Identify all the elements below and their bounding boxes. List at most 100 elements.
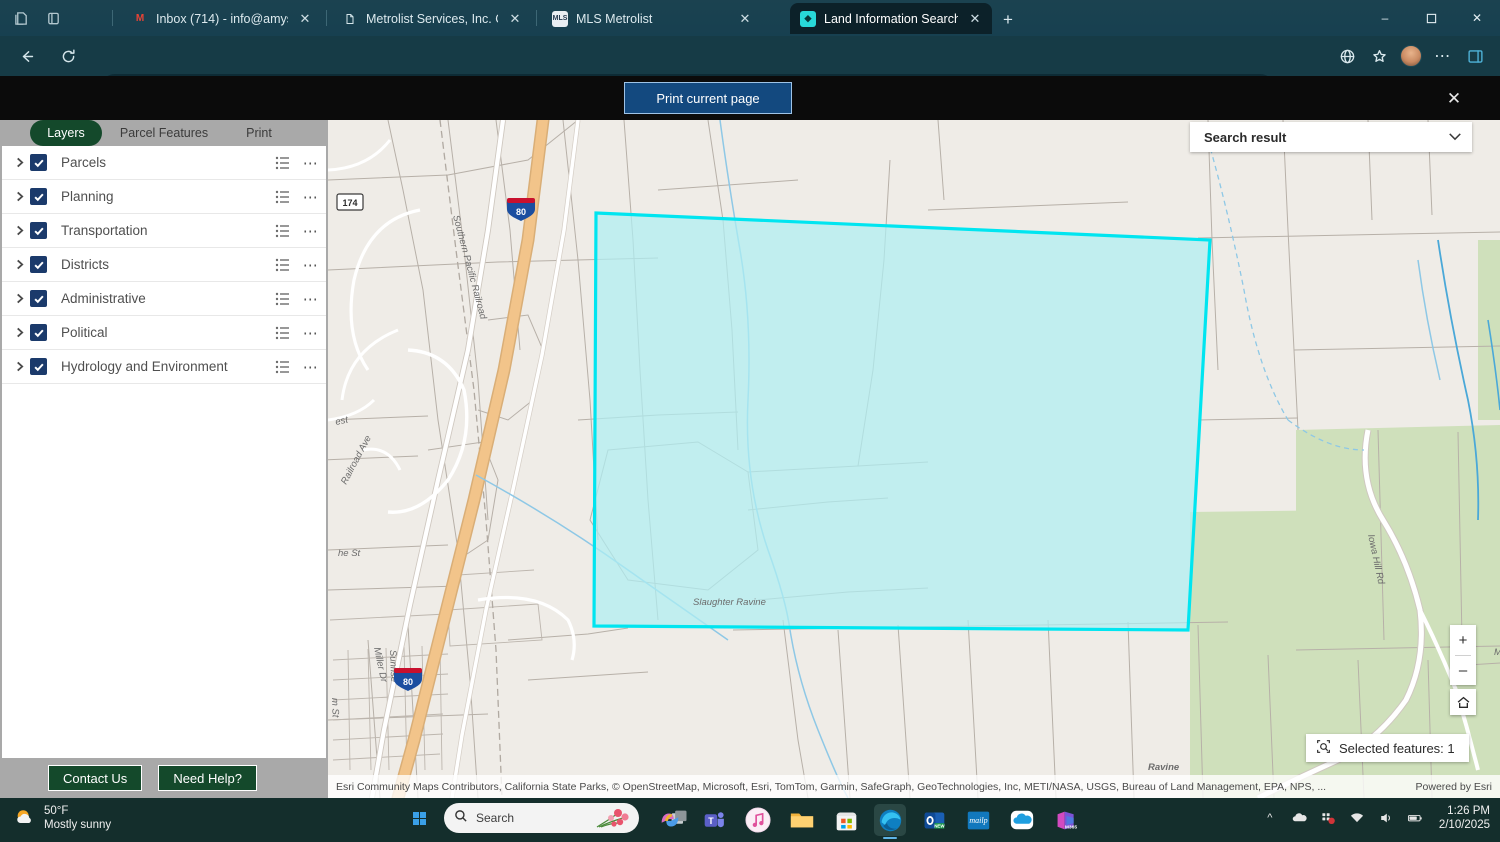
tab-print[interactable]: Print bbox=[228, 120, 290, 146]
file-explorer-icon[interactable] bbox=[786, 804, 818, 836]
tab-close-icon[interactable]: ✕ bbox=[296, 10, 314, 28]
outlook-icon[interactable]: NEW bbox=[918, 804, 950, 836]
start-button[interactable] bbox=[404, 803, 434, 833]
expand-chevron-icon[interactable] bbox=[8, 361, 30, 372]
close-print-preview-button[interactable]: ✕ bbox=[1443, 88, 1465, 110]
tab-close-icon[interactable]: ✕ bbox=[736, 10, 754, 28]
map-graphics: Southern Pacific Railroad Miller Dr Rail… bbox=[328, 120, 1500, 798]
settings-and-more-icon[interactable]: ⋯ bbox=[1428, 42, 1458, 70]
maximize-button[interactable] bbox=[1408, 0, 1454, 36]
document-icon bbox=[342, 11, 358, 27]
favorites-icon[interactable] bbox=[1364, 42, 1394, 70]
tab-actions-icon[interactable] bbox=[10, 7, 32, 29]
layer-visibility-checkbox[interactable] bbox=[30, 324, 47, 341]
layer-options-icon[interactable]: ⋯ bbox=[296, 324, 326, 342]
mailchimp-icon[interactable]: mailp bbox=[962, 804, 994, 836]
copilot-icon[interactable] bbox=[654, 804, 686, 836]
expand-chevron-icon[interactable] bbox=[8, 191, 30, 202]
layer-options-icon[interactable]: ⋯ bbox=[296, 188, 326, 206]
expand-chevron-icon[interactable] bbox=[8, 327, 30, 338]
layer-visibility-checkbox[interactable] bbox=[30, 256, 47, 273]
layer-row[interactable]: Hydrology and Environment ⋯ bbox=[2, 350, 326, 384]
partly-sunny-icon bbox=[14, 807, 36, 829]
browser-tab-3[interactable]: ◆ Land Information Search - Public ✕ bbox=[790, 3, 992, 34]
attribution-text: Esri Community Maps Contributors, Califo… bbox=[336, 781, 1404, 793]
zoom-out-button[interactable]: – bbox=[1450, 655, 1476, 685]
expand-chevron-icon[interactable] bbox=[8, 259, 30, 270]
layer-row[interactable]: Political ⋯ bbox=[2, 316, 326, 350]
teams-icon[interactable]: T bbox=[698, 804, 730, 836]
collections-icon[interactable] bbox=[1332, 42, 1362, 70]
layer-visibility-checkbox[interactable] bbox=[30, 290, 47, 307]
layer-options-icon[interactable]: ⋯ bbox=[296, 222, 326, 240]
legend-icon[interactable] bbox=[270, 155, 296, 171]
layer-visibility-checkbox[interactable] bbox=[30, 358, 47, 375]
sidebar-toggle-icon[interactable] bbox=[1460, 42, 1490, 70]
expand-chevron-icon[interactable] bbox=[8, 225, 30, 236]
microsoft-store-icon[interactable] bbox=[830, 804, 862, 836]
browser-tab-1[interactable]: Metrolist Services, Inc. Connect ✕ bbox=[332, 3, 532, 34]
layer-row[interactable]: Districts ⋯ bbox=[2, 248, 326, 282]
layer-label: Districts bbox=[61, 257, 270, 272]
wifi-icon[interactable] bbox=[1348, 809, 1366, 827]
legend-icon[interactable] bbox=[270, 189, 296, 205]
layer-visibility-checkbox[interactable] bbox=[30, 188, 47, 205]
tab-close-icon[interactable]: ✕ bbox=[506, 10, 524, 28]
expand-chevron-icon[interactable] bbox=[8, 293, 30, 304]
legend-icon[interactable] bbox=[270, 223, 296, 239]
map-label-street-2: he St bbox=[338, 548, 361, 559]
layer-row[interactable]: Planning ⋯ bbox=[2, 180, 326, 214]
expand-chevron-icon[interactable] bbox=[8, 157, 30, 168]
map-attribution: Esri Community Maps Contributors, Califo… bbox=[328, 775, 1500, 798]
layer-row[interactable]: Transportation ⋯ bbox=[2, 214, 326, 248]
taskbar-weather-widget[interactable]: 50°F Mostly sunny bbox=[14, 804, 111, 833]
volume-icon[interactable] bbox=[1377, 809, 1395, 827]
need-help-button[interactable]: Need Help? bbox=[158, 765, 257, 791]
layer-visibility-checkbox[interactable] bbox=[30, 222, 47, 239]
edge-icon[interactable] bbox=[874, 804, 906, 836]
browser-tab-0[interactable]: M Inbox (714) - info@amysibley.com ✕ bbox=[122, 3, 322, 34]
legend-icon[interactable] bbox=[270, 359, 296, 375]
chevron-down-icon[interactable] bbox=[1448, 128, 1462, 146]
search-result-panel[interactable]: Search result bbox=[1190, 122, 1472, 152]
itunes-icon[interactable] bbox=[742, 804, 774, 836]
legend-icon[interactable] bbox=[270, 257, 296, 273]
browser-tab-2[interactable]: MLS MLS Metrolist ✕ bbox=[542, 3, 762, 34]
onedrive-tray-icon[interactable] bbox=[1290, 809, 1308, 827]
search-icon bbox=[454, 809, 468, 828]
tab-layers[interactable]: Layers bbox=[30, 120, 102, 146]
profile-avatar[interactable] bbox=[1396, 42, 1426, 70]
back-button[interactable] bbox=[12, 42, 40, 70]
show-hidden-icons-chevron[interactable]: ^ bbox=[1261, 809, 1279, 827]
taskbar-search-box[interactable]: Search bbox=[444, 803, 639, 833]
battery-icon[interactable] bbox=[1406, 809, 1424, 827]
map-canvas[interactable]: Southern Pacific Railroad Miller Dr Rail… bbox=[328, 120, 1500, 798]
taskbar-clock[interactable]: 1:26 PM 2/10/2025 bbox=[1439, 804, 1490, 833]
layer-visibility-checkbox[interactable] bbox=[30, 154, 47, 171]
contact-us-button[interactable]: Contact Us bbox=[48, 765, 142, 791]
layer-row[interactable]: Parcels ⋯ bbox=[2, 146, 326, 180]
layer-row[interactable]: Administrative ⋯ bbox=[2, 282, 326, 316]
legend-icon[interactable] bbox=[270, 291, 296, 307]
zoom-in-button[interactable]: + bbox=[1450, 625, 1476, 655]
tab-parcel-features[interactable]: Parcel Features bbox=[110, 120, 218, 146]
close-window-button[interactable]: ✕ bbox=[1454, 0, 1500, 36]
minimize-button[interactable]: – bbox=[1362, 0, 1408, 36]
select-features-icon bbox=[1316, 739, 1331, 757]
new-tab-button[interactable]: + bbox=[996, 8, 1020, 32]
legend-icon[interactable] bbox=[270, 325, 296, 341]
layer-options-icon[interactable]: ⋯ bbox=[296, 290, 326, 308]
selected-features-badge[interactable]: Selected features: 1 bbox=[1306, 734, 1469, 762]
browser-tabstrip: M Inbox (714) - info@amysibley.com ✕ Met… bbox=[0, 0, 1500, 36]
layer-options-icon[interactable]: ⋯ bbox=[296, 256, 326, 274]
layer-options-icon[interactable]: ⋯ bbox=[296, 154, 326, 172]
vertical-tabs-icon[interactable] bbox=[42, 7, 64, 29]
tab-close-icon[interactable]: ✕ bbox=[966, 10, 984, 28]
home-extent-button[interactable] bbox=[1450, 689, 1476, 715]
refresh-button[interactable] bbox=[54, 42, 82, 70]
onedrive-icon[interactable] bbox=[1006, 804, 1038, 836]
layer-options-icon[interactable]: ⋯ bbox=[296, 358, 326, 376]
notification-icon[interactable] bbox=[1319, 809, 1337, 827]
m365-icon[interactable]: M365 bbox=[1050, 804, 1082, 836]
print-current-page-button[interactable]: Print current page bbox=[624, 82, 792, 114]
